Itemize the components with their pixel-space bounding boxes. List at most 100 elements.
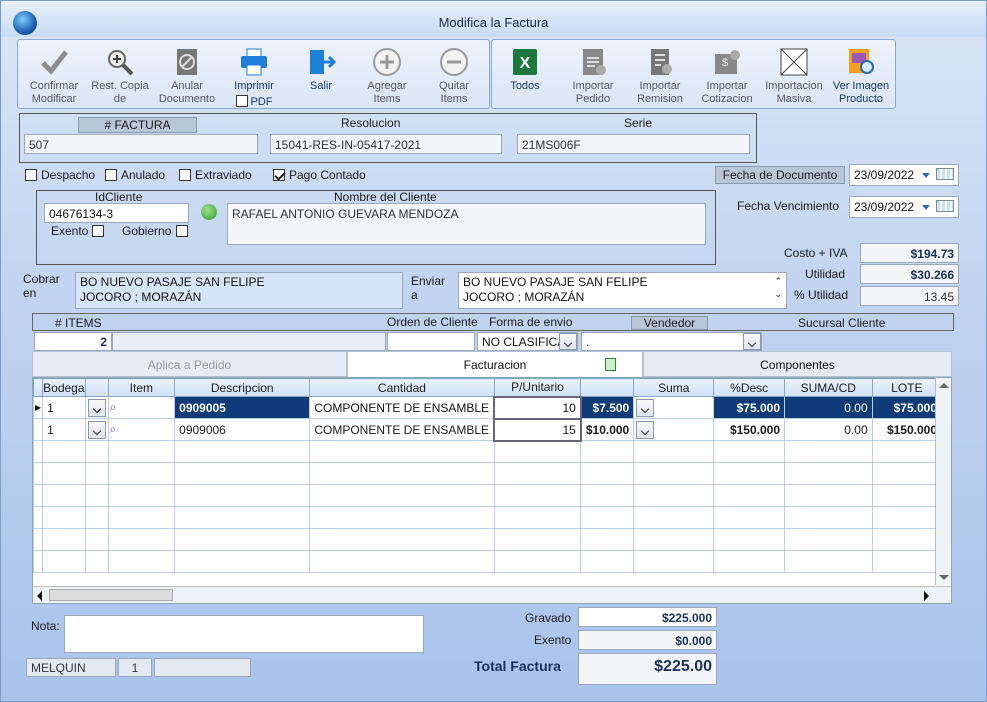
cell-pct-desc[interactable]: 0.00 bbox=[784, 396, 873, 419]
cell-punitario[interactable]: $7.500 bbox=[580, 396, 635, 419]
cell-item[interactable]: 0909006 bbox=[174, 418, 311, 441]
pdf-checkbox[interactable] bbox=[235, 95, 248, 107]
cell-price-select[interactable] bbox=[633, 418, 715, 441]
table-row[interactable]: 1 ⌕ 0909006 COMPONENTE DE ENSAMBLE 15 $1… bbox=[32, 417, 951, 442]
chevron-down-icon[interactable] bbox=[559, 333, 577, 350]
add-items-button[interactable]: Agregar Items bbox=[351, 40, 423, 108]
exento-label: Exento bbox=[51, 224, 89, 238]
cobrar-address-field[interactable]: BO NUEVO PASAJE SAN FELIPE JOCORO ; MORAZ… bbox=[75, 272, 403, 309]
import-quote-button[interactable]: $ Importar Cotizacion bbox=[693, 40, 761, 108]
scroll-thumb[interactable] bbox=[49, 589, 173, 601]
remove-items-button[interactable]: Quitar Items bbox=[418, 40, 490, 108]
confirm-button[interactable]: Confirmar Modificar bbox=[18, 40, 90, 108]
title-bar: Modifica la Factura bbox=[1, 1, 986, 37]
factura-number-field[interactable]: 507 bbox=[24, 134, 258, 154]
cancel-document-button[interactable]: Anular Documento bbox=[151, 40, 223, 108]
cell-cantidad[interactable]: 10 bbox=[493, 395, 582, 420]
chevron-down-icon[interactable] bbox=[636, 398, 655, 417]
import-remission-button[interactable]: Importar Remision bbox=[626, 40, 694, 108]
horizontal-scrollbar[interactable] bbox=[33, 586, 951, 603]
search-item-icon[interactable]: ⌕ bbox=[107, 396, 176, 419]
col-punitario[interactable]: P/Unitario bbox=[493, 378, 582, 397]
extraviado-label: Extraviado bbox=[195, 168, 252, 182]
import-order-button[interactable]: Importar Pedido bbox=[559, 40, 627, 108]
chevron-down-icon[interactable] bbox=[743, 333, 761, 350]
cell-suma: $150.000 bbox=[713, 418, 785, 441]
cell-bodega-select[interactable] bbox=[84, 396, 109, 419]
col-item[interactable]: Item bbox=[107, 378, 176, 397]
nombre-cliente-field[interactable]: RAFAEL ANTONIO GUEVARA MENDOZA bbox=[227, 203, 706, 245]
minus-circle-icon bbox=[440, 48, 468, 76]
tab-aplica-pedido[interactable]: Aplica a Pedido bbox=[32, 351, 347, 377]
pdf-option[interactable]: PDF bbox=[218, 93, 290, 109]
anulado-checkbox[interactable] bbox=[105, 169, 117, 181]
search-item-icon[interactable]: ⌕ bbox=[107, 418, 176, 441]
fecha-documento-picker[interactable]: 23/09/2022 bbox=[849, 164, 959, 186]
calendar-icon bbox=[936, 200, 954, 212]
verified-check-icon[interactable] bbox=[201, 204, 217, 220]
col-lote[interactable]: LOTE bbox=[871, 378, 943, 397]
cell-descripcion[interactable]: COMPONENTE DE ENSAMBLE bbox=[309, 418, 495, 441]
despacho-checkbox[interactable] bbox=[25, 169, 37, 181]
col-cantidad[interactable]: Cantidad bbox=[309, 378, 495, 397]
cell-price-select[interactable] bbox=[633, 396, 715, 419]
cell-item[interactable]: 0909005 bbox=[174, 396, 311, 419]
vertical-scrollbar[interactable] bbox=[935, 378, 951, 585]
scroll-left-icon[interactable] bbox=[37, 591, 42, 601]
cell-bodega[interactable]: 1 bbox=[42, 418, 86, 441]
despacho-label: Despacho bbox=[41, 168, 96, 182]
scroll-down-icon[interactable] bbox=[939, 575, 949, 580]
scroll-arrows-icon[interactable]: ⌃ ⌄ bbox=[774, 275, 782, 301]
status-number-field: 1 bbox=[118, 658, 152, 677]
chevron-down-icon[interactable] bbox=[636, 420, 655, 439]
col-suma[interactable]: Suma bbox=[633, 378, 715, 397]
chevron-down-icon[interactable] bbox=[87, 398, 106, 417]
toolbar-import: X Todos Importar Pedido Importar Remision … bbox=[491, 39, 896, 109]
row-indicator bbox=[32, 418, 44, 441]
scroll-up-icon[interactable] bbox=[939, 383, 949, 388]
exento-value: $0.000 bbox=[578, 630, 717, 650]
orden-cliente-field[interactable] bbox=[387, 332, 475, 351]
forma-envio-select[interactable]: NO CLASIFICA bbox=[477, 332, 578, 351]
tab-componentes[interactable]: Componentes bbox=[643, 351, 952, 377]
pago-contado-checkbox[interactable] bbox=[273, 169, 285, 181]
tab-facturacion[interactable]: Facturacion bbox=[347, 351, 643, 377]
cell-bodega[interactable]: 1 bbox=[42, 396, 86, 419]
print-button[interactable]: Imprimir PDF bbox=[218, 40, 290, 108]
factura-label: # FACTURA bbox=[78, 117, 197, 133]
enviar-address-field[interactable]: BO NUEVO PASAJE SAN FELIPE JOCORO ; MORAZ… bbox=[458, 272, 787, 309]
vendedor-select[interactable]: . bbox=[581, 332, 762, 351]
scroll-right-icon[interactable] bbox=[924, 591, 929, 601]
idcliente-field[interactable]: 04676134-3 bbox=[44, 203, 189, 223]
fecha-vencimiento-picker[interactable]: 23/09/2022 bbox=[849, 196, 959, 218]
exento-checkbox[interactable] bbox=[92, 225, 104, 237]
export-excel-button[interactable]: X Todos bbox=[491, 40, 559, 108]
mass-import-button[interactable]: Importacion Masiva bbox=[760, 40, 828, 108]
cell-bodega-select[interactable] bbox=[84, 418, 109, 441]
col-descripcion[interactable]: Descripcion bbox=[174, 378, 311, 397]
col-search bbox=[84, 378, 109, 397]
exit-button[interactable]: Salir bbox=[285, 40, 357, 108]
col-bodega[interactable]: Bodega bbox=[42, 378, 86, 397]
chevron-down-icon[interactable] bbox=[87, 420, 106, 439]
view-image-button[interactable]: Ver Imagen Producto bbox=[827, 40, 895, 108]
import-quote-icon: $ bbox=[715, 50, 740, 74]
nota-label: Nota: bbox=[31, 619, 60, 633]
empty-row bbox=[32, 550, 951, 573]
anulado-label: Anulado bbox=[121, 168, 166, 182]
cell-punitario[interactable]: $10.000 bbox=[580, 418, 635, 441]
cell-cantidad[interactable]: 15 bbox=[493, 417, 582, 442]
idcliente-label: IdCliente bbox=[95, 190, 143, 204]
table-row[interactable]: ▶ 1 ⌕ 0909005 COMPONENTE DE ENSAMBLE 10 … bbox=[32, 395, 951, 420]
serie-field[interactable]: 21MS006F bbox=[517, 134, 750, 154]
mass-import-icon bbox=[780, 48, 808, 76]
cell-pct-desc[interactable]: 0.00 bbox=[784, 418, 873, 441]
restore-copy-button[interactable]: Rest. Copia de bbox=[84, 40, 156, 108]
extraviado-checkbox[interactable] bbox=[179, 169, 191, 181]
resolucion-field[interactable]: 15041-RES-IN-05417-2021 bbox=[270, 134, 502, 154]
col-suma-cd[interactable]: SUMA/CD bbox=[784, 378, 873, 397]
col-pct-desc[interactable]: %Desc bbox=[713, 378, 785, 397]
gobierno-checkbox[interactable] bbox=[176, 225, 188, 237]
nota-textarea[interactable] bbox=[64, 615, 424, 653]
cell-descripcion[interactable]: COMPONENTE DE ENSAMBLE bbox=[309, 396, 495, 419]
